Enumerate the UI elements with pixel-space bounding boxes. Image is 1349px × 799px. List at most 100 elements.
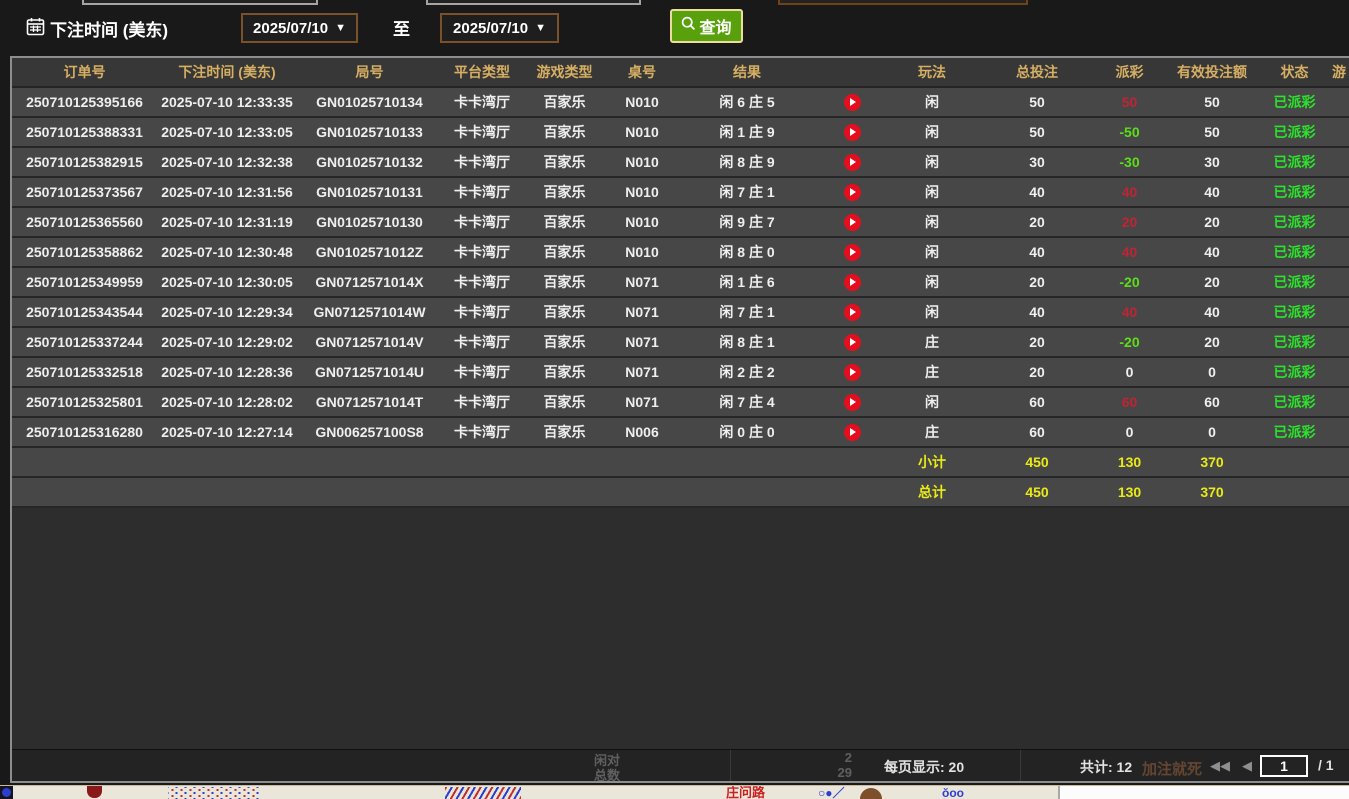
header-result: 结果 — [677, 58, 817, 86]
cell-table_no: N006 — [607, 418, 677, 446]
cell-extra — [1327, 238, 1349, 266]
video-play-icon[interactable] — [844, 424, 861, 441]
cell-valid: 20 — [1162, 328, 1262, 356]
roadmap-hatch — [445, 787, 521, 799]
cell-status — [1262, 478, 1327, 506]
cell-round: GN01025710133 — [297, 118, 442, 146]
cell-payout: 0 — [1097, 418, 1162, 446]
video-play-icon[interactable] — [844, 214, 861, 231]
header-status: 状态 — [1262, 58, 1327, 86]
background-ghost-row: 总数 29 — [594, 765, 852, 783]
video-play-icon[interactable] — [844, 304, 861, 321]
bet-time-filter-label: 下注时间 (美东) — [26, 16, 168, 41]
video-play-icon[interactable] — [844, 334, 861, 351]
red-marker — [87, 786, 102, 798]
cell-game: 百家乐 — [522, 328, 607, 356]
cell-valid: 20 — [1162, 268, 1262, 296]
cell-video — [817, 298, 887, 326]
table-body: 2507101253951662025-07-10 12:33:35GN0102… — [12, 88, 1349, 508]
search-button-label: 查询 — [699, 14, 731, 38]
cell-play: 闲 — [887, 268, 977, 296]
cell-video — [817, 388, 887, 416]
page-number-input[interactable] — [1260, 755, 1308, 777]
cell-extra — [1327, 448, 1349, 476]
cell-payout: 50 — [1097, 88, 1162, 116]
header-play: 玩法 — [887, 58, 977, 86]
video-play-icon[interactable] — [844, 274, 861, 291]
cell-platform: 卡卡湾厅 — [442, 388, 522, 416]
cell-payout: 40 — [1097, 238, 1162, 266]
cell-round: GN0712571014X — [297, 268, 442, 296]
cell-time: 2025-07-10 12:32:38 — [157, 148, 297, 176]
chevron-down-icon: ▼ — [335, 22, 346, 34]
cell-time: 2025-07-10 12:31:56 — [157, 178, 297, 206]
cell-table_no — [607, 478, 677, 506]
cell-status: 已派彩 — [1262, 418, 1327, 446]
cell-status: 已派彩 — [1262, 298, 1327, 326]
cell-game — [522, 448, 607, 476]
video-play-icon[interactable] — [844, 94, 861, 111]
calendar-icon — [26, 17, 45, 41]
search-icon — [681, 16, 696, 36]
cell-time: 2025-07-10 12:33:05 — [157, 118, 297, 146]
cell-total: 50 — [977, 118, 1097, 146]
table-row: 2507101253435442025-07-10 12:29:34GN0712… — [12, 298, 1349, 328]
cell-table_no: N010 — [607, 208, 677, 236]
cell-total: 20 — [977, 358, 1097, 386]
cell-round: GN01025710131 — [297, 178, 442, 206]
cell-play: 闲 — [887, 298, 977, 326]
cell-play: 庄 — [887, 358, 977, 386]
cell-status: 已派彩 — [1262, 238, 1327, 266]
cell-video — [817, 328, 887, 356]
cell-platform: 卡卡湾厅 — [442, 418, 522, 446]
play-triangle — [850, 218, 856, 226]
video-play-icon[interactable] — [844, 184, 861, 201]
cell-time: 2025-07-10 12:31:19 — [157, 208, 297, 236]
cell-total: 60 — [977, 388, 1097, 416]
play-triangle — [850, 308, 856, 316]
cell-extra — [1327, 178, 1349, 206]
cell-table_no: N071 — [607, 358, 677, 386]
cell-payout: -50 — [1097, 118, 1162, 146]
cell-round: GN0102571012Z — [297, 238, 442, 266]
date-to-select[interactable]: 2025/07/10 ▼ — [440, 13, 559, 43]
cell-game: 百家乐 — [522, 238, 607, 266]
search-button[interactable]: 查询 — [670, 9, 743, 43]
cell-order: 250710125316280 — [12, 418, 157, 446]
cell-game: 百家乐 — [522, 118, 607, 146]
cell-order: 250710125382915 — [12, 148, 157, 176]
cell-time — [157, 478, 297, 506]
video-play-icon[interactable] — [844, 154, 861, 171]
cell-time: 2025-07-10 12:33:35 — [157, 88, 297, 116]
background-dark-block — [0, 786, 13, 799]
cell-order — [12, 478, 157, 506]
cell-play: 小计 — [887, 448, 977, 476]
video-play-icon[interactable] — [844, 364, 861, 381]
header-round: 局号 — [297, 58, 442, 86]
first-page-icon[interactable]: ◀◀ — [1210, 758, 1230, 774]
cell-total: 50 — [977, 88, 1097, 116]
video-play-icon[interactable] — [844, 394, 861, 411]
date-from-select[interactable]: 2025/07/10 ▼ — [241, 13, 358, 43]
cell-total: 60 — [977, 418, 1097, 446]
header-valid: 有效投注额 — [1162, 58, 1262, 86]
cell-valid: 40 — [1162, 238, 1262, 266]
cell-result — [677, 448, 817, 476]
cell-play: 闲 — [887, 148, 977, 176]
video-play-icon[interactable] — [844, 244, 861, 261]
cell-video — [817, 178, 887, 206]
play-triangle — [850, 158, 856, 166]
video-play-icon[interactable] — [844, 124, 861, 141]
cell-table_no: N010 — [607, 238, 677, 266]
table-row: 2507101253655602025-07-10 12:31:19GN0102… — [12, 208, 1349, 238]
cell-valid: 0 — [1162, 358, 1262, 386]
previous-page-icon[interactable]: ◀ — [1242, 758, 1252, 774]
cell-order: 250710125358862 — [12, 238, 157, 266]
cell-extra — [1327, 148, 1349, 176]
cell-video — [817, 418, 887, 446]
cell-round — [297, 448, 442, 476]
cell-order: 250710125349959 — [12, 268, 157, 296]
cell-play: 庄 — [887, 418, 977, 446]
cell-play: 闲 — [887, 118, 977, 146]
cell-round: GN0712571014W — [297, 298, 442, 326]
